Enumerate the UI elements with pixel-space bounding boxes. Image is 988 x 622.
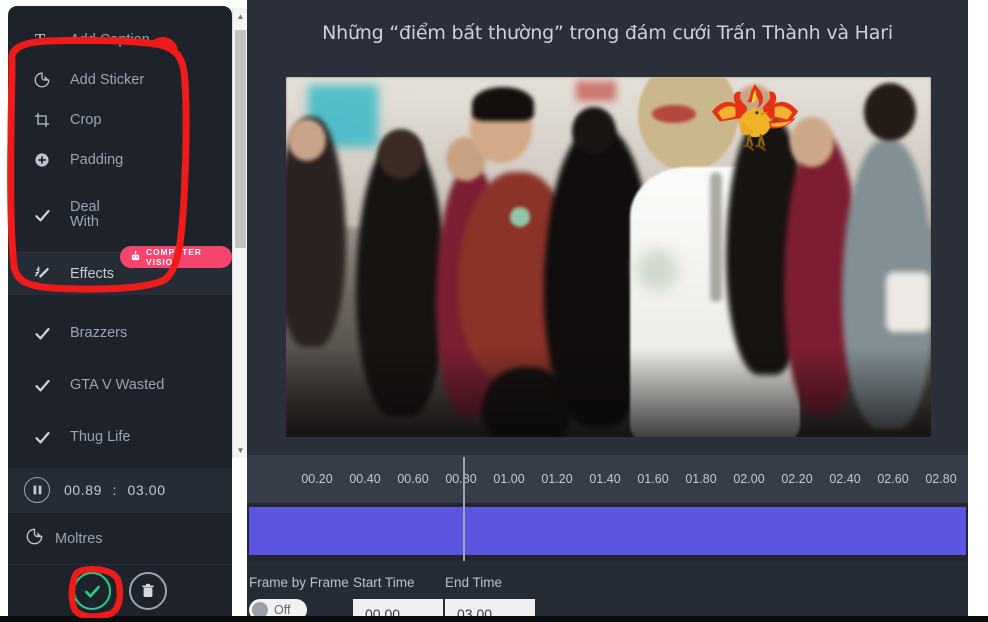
right-gutter: [968, 0, 988, 622]
ruler-tick: 01.80: [685, 472, 717, 486]
sidebar-item-add-sticker[interactable]: Add Sticker: [8, 60, 232, 100]
sidebar-item-label: Deal With: [70, 199, 100, 230]
current-time: 00.89: [64, 482, 103, 498]
check-icon: [34, 207, 60, 224]
start-time-label: Start Time: [353, 575, 415, 590]
sidebar-item-label: Crop: [70, 111, 102, 128]
sidebar-item-label: Padding: [70, 151, 124, 168]
layer-row-moltres[interactable]: Moltres: [8, 512, 232, 564]
confirm-button[interactable]: [73, 572, 111, 610]
sticker-icon: [34, 72, 60, 88]
video-preview[interactable]: [286, 77, 931, 437]
sidebar-item-label: Add Sticker: [70, 71, 145, 88]
sidebar-item-label: Add Caption: [70, 31, 150, 48]
delete-button[interactable]: [129, 572, 167, 610]
layer-label: Moltres: [55, 530, 103, 547]
playhead[interactable]: [463, 457, 465, 561]
text-icon: T: [34, 32, 60, 48]
toggle-state-label: Off: [274, 603, 291, 617]
robot-icon: [130, 250, 141, 264]
video-scene: [286, 77, 931, 437]
editor-main: Những “điểm bất thường” trong đám cưới T…: [247, 0, 968, 622]
end-time-label: End Time: [445, 575, 503, 590]
moltres-sticker[interactable]: [706, 82, 804, 157]
frame-by-frame-label: Frame by Frame: [249, 575, 349, 590]
crop-icon: [34, 112, 60, 128]
sticker-icon: [26, 528, 43, 550]
svg-text:T: T: [35, 32, 45, 48]
sidebar-item-thug-life[interactable]: Thug Life: [8, 417, 232, 457]
end-time-group: End Time: [445, 575, 535, 622]
ruler-tick: 00.20: [301, 472, 333, 486]
sidebar-scrollbar[interactable]: ▲ ▼: [232, 8, 248, 458]
sidebar-item-brazzers[interactable]: Brazzers: [8, 313, 232, 353]
timeline-ruler[interactable]: 00.20 00.40 00.60 00.80 01.00 01.20 01.4…: [247, 455, 968, 503]
ruler-tick: 01.00: [493, 472, 525, 486]
ruler-tick: 01.40: [589, 472, 621, 486]
ruler-tick: 00.60: [397, 472, 429, 486]
ruler-tick: 00.40: [349, 472, 381, 486]
total-time: 03.00: [127, 482, 166, 498]
action-button-row: [8, 564, 232, 617]
sidebar-item-gta-v-wasted[interactable]: GTA V Wasted: [8, 365, 232, 405]
scroll-up-arrow[interactable]: ▲: [233, 8, 248, 24]
sidebar-item-padding[interactable]: Padding: [8, 140, 232, 180]
plus-circle-icon: [34, 152, 60, 168]
tool-list: T Add Caption Add Sticker Crop Padding D…: [8, 6, 232, 462]
sidebar-item-label: Effects: [70, 265, 115, 282]
frame-by-frame-group: Frame by Frame Off: [249, 575, 349, 621]
timeline-controls: Frame by Frame Off Start Time End Time: [247, 561, 968, 622]
pause-button[interactable]: [24, 477, 50, 503]
scrollbar-thumb[interactable]: [235, 30, 246, 248]
start-time-group: Start Time: [353, 575, 443, 622]
magic-wand-icon: [34, 265, 60, 283]
app-window: T Add Caption Add Sticker Crop Padding D…: [0, 0, 988, 622]
ruler-tick: 02.80: [925, 472, 957, 486]
player-time-display: 00.89 : 03.00: [64, 482, 166, 498]
ruler-tick: 02.60: [877, 472, 909, 486]
timeline: 00.20 00.40 00.60 00.80 01.00 01.20 01.4…: [247, 455, 968, 622]
tools-sidebar: T Add Caption Add Sticker Crop Padding D…: [8, 6, 232, 622]
computer-vision-badge: COMPUTER VISION: [120, 246, 232, 268]
preview-stage: Những “điểm bất thường” trong đám cưới T…: [247, 0, 968, 455]
check-icon: [34, 429, 60, 446]
sidebar-item-label: Thug Life: [70, 428, 131, 445]
timeline-clip[interactable]: [249, 507, 966, 555]
computer-vision-badge-label: COMPUTER VISION: [146, 247, 202, 267]
ruler-tick: 02.20: [781, 472, 813, 486]
player-time-row: 00.89 : 03.00: [8, 468, 232, 512]
sidebar-item-label: GTA V Wasted: [70, 376, 165, 393]
preview-title: Những “điểm bất thường” trong đám cưới T…: [322, 22, 893, 44]
left-gutter: [0, 0, 8, 622]
sidebar-item-crop[interactable]: Crop: [8, 100, 232, 140]
bottom-strip: [0, 616, 988, 622]
ruler-tick: 00.80: [445, 472, 477, 486]
sidebar-item-deal-with[interactable]: Deal With: [8, 192, 232, 238]
sidebar-item-add-caption[interactable]: T Add Caption: [8, 20, 232, 60]
scroll-down-arrow[interactable]: ▼: [233, 442, 248, 458]
ruler-tick: 02.00: [733, 472, 765, 486]
check-icon: [34, 325, 60, 342]
ruler-tick: 01.20: [541, 472, 573, 486]
timeline-clip-lane[interactable]: [247, 503, 968, 561]
time-separator: :: [112, 482, 118, 498]
sidebar-item-label: Brazzers: [70, 324, 128, 341]
ruler-tick: 01.60: [637, 472, 669, 486]
ruler-tick: 02.40: [829, 472, 861, 486]
check-icon: [34, 377, 60, 394]
